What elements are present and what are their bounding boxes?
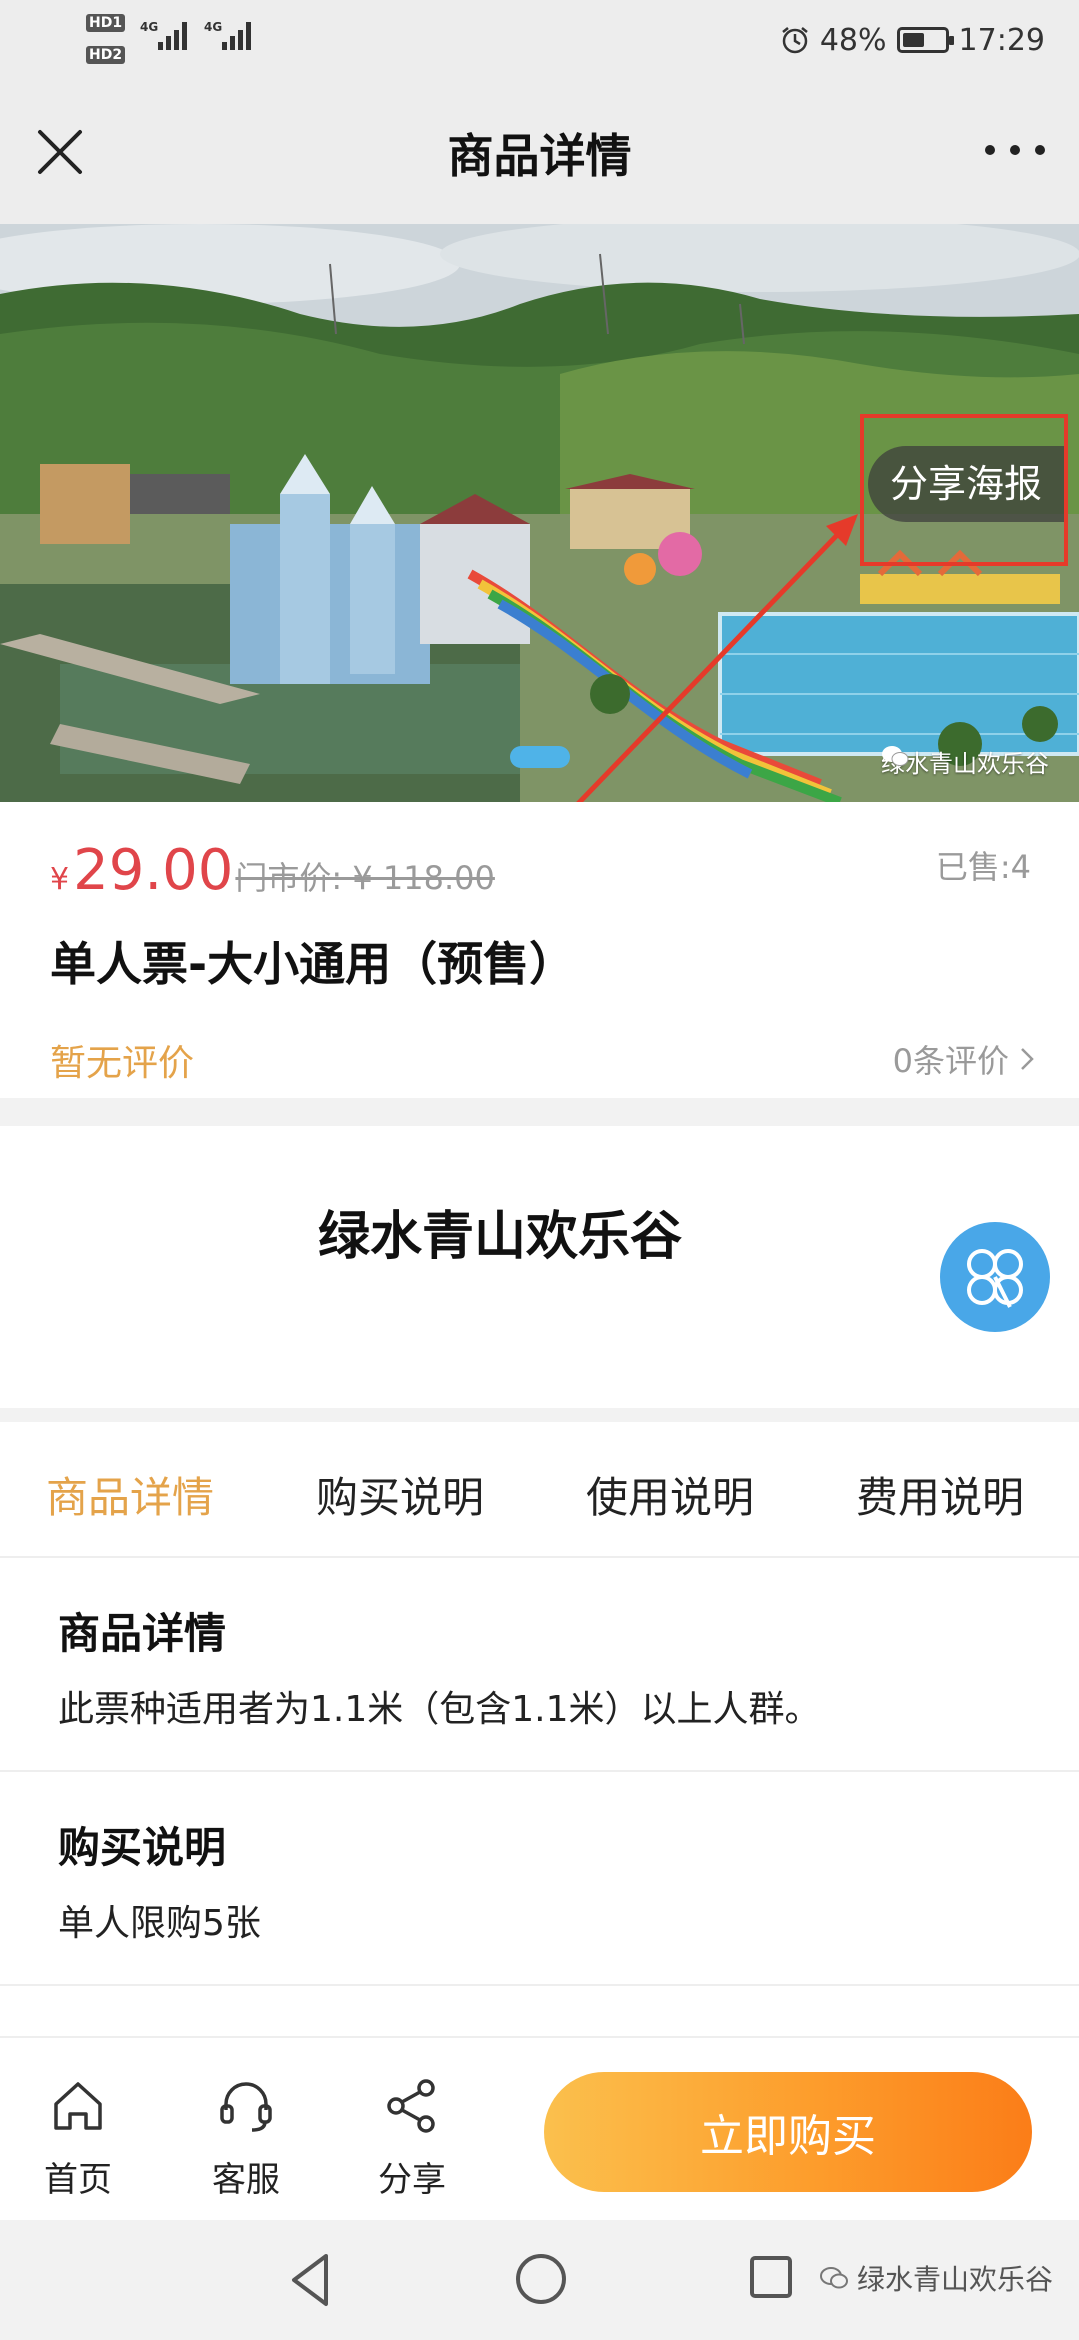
back-icon[interactable]: [284, 2250, 336, 2310]
buy-now-button[interactable]: 立即购买: [544, 2072, 1032, 2192]
headset-icon: [220, 2082, 272, 2132]
home-circle-icon[interactable]: [514, 2252, 568, 2306]
page-title: 商品详情: [447, 129, 632, 183]
sold-count: 已售:4: [935, 848, 1031, 886]
alarm-icon: [782, 27, 808, 54]
home-action[interactable]: 首页: [28, 2074, 128, 2201]
review-link[interactable]: 0条评价: [893, 1036, 1037, 1082]
battery-percent: 48%: [819, 22, 887, 58]
market-price: 门市价: ¥ 118.00: [235, 859, 495, 897]
network-label-1: 4G: [140, 20, 159, 34]
details-body: 此票种适用者为1.1米（包含1.1米）以上人群。: [58, 1689, 821, 1730]
price-row: ¥ 29.00 门市价: ¥ 118.00: [50, 838, 495, 903]
clock: 17:29: [958, 22, 1045, 58]
hd-badge-1: HD1: [86, 14, 126, 32]
store-name: 绿水青山欢乐谷: [317, 1207, 682, 1267]
status-right: 48% 17:29: [780, 18, 1045, 62]
details-title: 商品详情: [58, 1609, 227, 1658]
footer-watermark-text: 绿水青山欢乐谷: [856, 2263, 1053, 2296]
chevron-right-icon: [1021, 1048, 1034, 1070]
signal-group: HD1 HD2 4G 4G: [86, 12, 286, 72]
tab-purchase-info[interactable]: 购买说明: [316, 1464, 484, 1525]
signal-icon: [158, 20, 192, 50]
purchase-body: 单人限购5张: [58, 1903, 261, 1944]
footer-watermark: 绿水青山欢乐谷: [819, 2258, 1053, 2298]
price: 29.00: [73, 838, 234, 903]
more-icon[interactable]: [985, 138, 1045, 162]
store-logo[interactable]: [940, 1222, 1050, 1332]
detail-tabs: 商品详情 购买说明 使用说明 费用说明: [0, 1422, 1079, 1558]
clover-icon: [967, 1249, 1023, 1308]
home-icon: [54, 2082, 102, 2130]
product-info: ¥ 29.00 门市价: ¥ 118.00 已售:4 单人票-大小通用（预售） …: [0, 802, 1079, 1098]
home-label: 首页: [44, 2160, 112, 2200]
share-poster-highlight: [860, 414, 1068, 566]
bottom-action-bar: 首页 客服 分享 立即购买: [0, 2036, 1079, 2220]
purchase-block: 购买说明 单人限购5张: [0, 1774, 1079, 1986]
service-label: 客服: [212, 2160, 280, 2200]
section-divider: [0, 1098, 1079, 1126]
price-currency: ¥: [50, 862, 70, 897]
carousel-indicator[interactable]: [510, 746, 570, 768]
review-count: 0条评价: [892, 1042, 1009, 1080]
store-card[interactable]: 绿水青山欢乐谷: [0, 1126, 1079, 1408]
signal-icon: [222, 20, 256, 50]
tab-product-details[interactable]: 商品详情: [46, 1464, 214, 1525]
system-nav-bar: 绿水青山欢乐谷: [0, 2220, 1079, 2340]
section-divider: [0, 1408, 1079, 1422]
wechat-icon: [882, 746, 909, 766]
tab-usage-info[interactable]: 使用说明: [586, 1464, 754, 1525]
battery-icon: [896, 27, 954, 53]
review-status: 暂无评价: [50, 1043, 195, 1084]
purchase-title: 购买说明: [58, 1823, 227, 1872]
app-screen: HD1 HD2 4G 4G 48% 17:29 商品详情 分享海报 绿水青山欢乐…: [0, 0, 1079, 2340]
share-action[interactable]: 分享: [362, 2074, 462, 2201]
share-label: 分享: [378, 2160, 446, 2200]
status-bar: HD1 HD2 4G 4G 48% 17:29: [0, 0, 1079, 80]
banner-watermark: 绿水青山欢乐谷: [881, 744, 1049, 779]
recent-apps-icon[interactable]: [748, 2254, 794, 2300]
hd-badge-2: HD2: [86, 46, 126, 64]
product-banner[interactable]: 分享海报 绿水青山欢乐谷: [0, 224, 1079, 802]
nav-bar: 商品详情: [0, 80, 1079, 224]
share-icon: [387, 2079, 435, 2133]
network-label-2: 4G: [204, 20, 223, 34]
service-action[interactable]: 客服: [196, 2074, 296, 2201]
tab-fee-info[interactable]: 费用说明: [856, 1464, 1024, 1525]
details-block: 商品详情 此票种适用者为1.1米（包含1.1米）以上人群。: [0, 1560, 1079, 1772]
product-title: 单人票-大小通用（预售）: [50, 937, 576, 991]
wechat-icon: [819, 2267, 848, 2289]
